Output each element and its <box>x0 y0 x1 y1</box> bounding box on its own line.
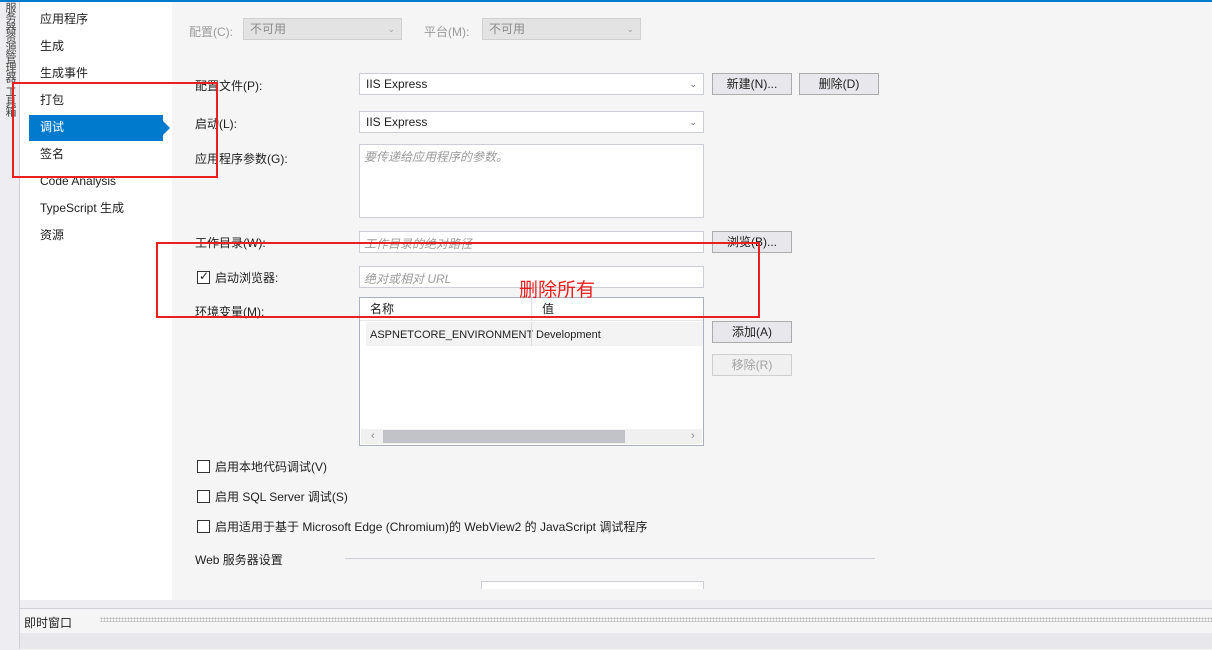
server-explorer-tab[interactable]: 服务器资源管理器 <box>2 2 18 82</box>
env-vars-grid[interactable]: 名称 值 ASPNETCORE_ENVIRONMENT Development … <box>359 297 704 446</box>
launch-select[interactable]: IIS Express ⌄ <box>359 111 704 133</box>
add-env-button[interactable]: 添加(A) <box>712 321 792 343</box>
scroll-right-icon[interactable]: › <box>691 429 695 444</box>
section-divider <box>345 558 875 559</box>
annotation-box-browser <box>156 242 760 318</box>
env-row-name[interactable]: ASPNETCORE_ENVIRONMENT <box>360 324 533 346</box>
nav-item-typescript-build[interactable]: TypeScript 生成 <box>40 196 124 220</box>
sql-debug-label: 启用 SQL Server 调试(S) <box>215 490 348 504</box>
configuration-label: 配置(C): <box>189 25 233 39</box>
annotation-text: 删除所有 <box>519 280 596 301</box>
chevron-down-icon: ⌄ <box>689 79 697 89</box>
env-row-value[interactable]: Development <box>526 324 696 346</box>
scroll-left-icon[interactable]: ‹ <box>371 429 375 444</box>
panel-grip[interactable] <box>100 617 1212 622</box>
launch-value: IIS Express <box>366 115 428 129</box>
chevron-down-icon: ⌄ <box>689 117 697 127</box>
immediate-window-body[interactable] <box>20 633 1212 649</box>
platform-select: 不可用 ⌄ <box>482 18 641 40</box>
chevron-down-icon: ⌄ <box>626 24 634 34</box>
profile-select[interactable]: IIS Express ⌄ <box>359 73 704 95</box>
native-debug-checkbox[interactable] <box>197 460 210 473</box>
webview2-js-debug-checkbox[interactable] <box>197 520 210 533</box>
grid-header-divider <box>360 320 703 321</box>
delete-profile-button[interactable]: 删除(D) <box>799 73 879 95</box>
cell-divider <box>531 322 532 346</box>
sql-debug-checkbox[interactable] <box>197 490 210 503</box>
chevron-down-icon: ⌄ <box>387 24 395 34</box>
platform-value: 不可用 <box>489 22 526 36</box>
scrollbar-thumb[interactable] <box>383 430 625 443</box>
nav-item-resources[interactable]: 资源 <box>40 223 64 247</box>
app-args-input[interactable]: 要传递给应用程序的参数。 <box>359 144 704 218</box>
remove-env-button[interactable]: 移除(R) <box>712 354 792 376</box>
web-server-section-label: Web 服务器设置 <box>195 553 283 567</box>
configuration-value: 不可用 <box>250 22 287 36</box>
nav-item-build[interactable]: 生成 <box>40 34 64 58</box>
web-server-field[interactable] <box>481 581 704 589</box>
configuration-select: 不可用 ⌄ <box>243 18 402 40</box>
platform-label: 平台(M): <box>424 25 470 39</box>
immediate-window-title[interactable]: 即时窗口 <box>24 614 72 631</box>
new-profile-button[interactable]: 新建(N)... <box>712 73 792 95</box>
grid-horizontal-scrollbar[interactable]: ‹ › <box>361 429 702 444</box>
native-debug-label: 启用本地代码调试(V) <box>215 460 327 474</box>
annotation-box-nav <box>12 82 218 178</box>
webview2-js-debug-label: 启用适用于基于 Microsoft Edge (Chromium)的 WebVi… <box>215 520 648 534</box>
profile-value: IIS Express <box>366 77 428 91</box>
nav-item-application[interactable]: 应用程序 <box>40 7 88 31</box>
